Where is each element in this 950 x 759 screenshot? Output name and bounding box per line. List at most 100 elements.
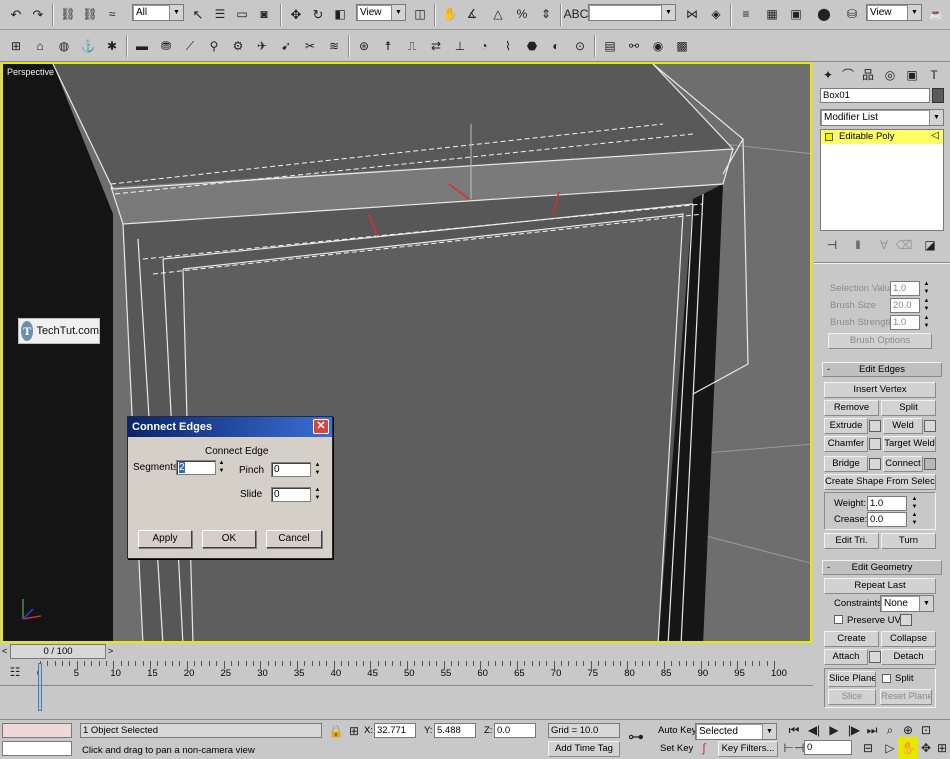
segments-input[interactable]: 2 (176, 460, 216, 475)
quick-render-icon[interactable]: ☕ (926, 3, 946, 25)
close-icon[interactable]: ✕ (313, 419, 329, 434)
utilities-tab-icon[interactable]: T (924, 64, 944, 86)
show-end-result-icon[interactable]: ‖ (848, 234, 868, 256)
create-shape-button[interactable]: Create Shape From Selection (824, 474, 936, 490)
auto-key-label[interactable]: Auto Key (658, 725, 697, 736)
point-to-point-icon[interactable]: ⇄ (426, 35, 446, 57)
select-object-icon[interactable]: ↖ (188, 3, 208, 25)
track-bar[interactable]: ☷ 05101520253035404550556065707580859095… (0, 661, 813, 718)
create-tab-icon[interactable]: ✦ (818, 64, 838, 86)
pan-view-icon[interactable]: ✋ (898, 737, 918, 759)
cancel-button[interactable]: Cancel (266, 530, 322, 548)
maxscript-listener-white[interactable] (2, 741, 72, 756)
hinge-icon[interactable]: ⎍ (402, 35, 422, 57)
modify-tab-icon[interactable]: ⌒ (838, 64, 858, 86)
crease-input[interactable]: 0.0 (867, 512, 907, 527)
camera-icon[interactable]: ◉ (648, 35, 668, 57)
maxscript-listener-pink[interactable] (2, 723, 72, 738)
apply-button[interactable]: Apply (138, 530, 192, 548)
crease-spinner[interactable]: ▲ ▼ (910, 512, 919, 527)
convex-hull-icon[interactable]: ◐ (546, 35, 566, 57)
reference-coordinate-dropdown[interactable]: View ▼ (356, 4, 406, 21)
spinner-down-icon[interactable]: ▼ (217, 468, 226, 475)
select-manipulate-icon[interactable]: ✋ (440, 3, 460, 25)
split-button[interactable]: Split (881, 400, 936, 416)
repeat-last-button[interactable]: Repeat Last (824, 578, 936, 594)
configure-modifier-sets-icon[interactable]: ◪ (920, 234, 940, 256)
slide-input[interactable]: 0 (271, 487, 311, 502)
detach-button[interactable]: Detach (881, 649, 936, 665)
stack-item-editable-poly[interactable]: Editable Poly ◁ (821, 130, 943, 144)
key-filters-button[interactable]: Key Filters... (718, 741, 778, 757)
rigid-body-icon[interactable]: ⌂ (30, 35, 50, 57)
mirror-icon[interactable]: ⋈ (682, 3, 702, 25)
dashpot-icon[interactable]: ⚲ (204, 35, 224, 57)
current-frame-field[interactable]: 0 (804, 740, 852, 755)
z-coordinate-field[interactable]: 0.0 (494, 723, 536, 738)
rope-icon[interactable]: ✱ (102, 35, 122, 57)
motor-icon[interactable]: ⚙ (228, 35, 248, 57)
move-icon[interactable]: ✥ (286, 3, 306, 25)
spinner-snap-icon[interactable]: ⇕ (536, 3, 556, 25)
display-tab-icon[interactable]: ▣ (902, 64, 922, 86)
cloth-icon[interactable]: ◍ (54, 35, 74, 57)
expand-icon[interactable] (825, 133, 833, 141)
curve-editor-icon[interactable]: ▦ (762, 3, 782, 25)
pivot-center-icon[interactable]: ◫ (410, 3, 430, 25)
analyze-world-icon[interactable]: ⊙ (570, 35, 590, 57)
spinner-up-icon[interactable]: ▲ (313, 462, 322, 469)
align-icon[interactable]: ◈ (706, 3, 726, 25)
perspective-viewport[interactable]: Perspective (1, 62, 812, 643)
connect-settings-icon[interactable] (924, 458, 936, 470)
time-slider-thumb[interactable]: 0 / 100 (10, 644, 106, 659)
weld-button[interactable]: Weld (883, 418, 923, 434)
time-configuration-icon[interactable]: ⊟ (858, 737, 878, 759)
y-coordinate-field[interactable]: 5.488 (434, 723, 476, 738)
edit-named-selection-icon[interactable]: ABC (564, 3, 589, 25)
preserve-uvs-checkbox[interactable] (834, 615, 843, 624)
ragdoll-icon[interactable]: ☨ (378, 35, 398, 57)
constraint-solver-icon[interactable]: ⊛ (354, 35, 374, 57)
preserve-uvs-settings-icon[interactable] (900, 614, 912, 626)
chamfer-button[interactable]: Chamfer (824, 436, 868, 452)
pin-stack-icon[interactable]: ⊣ (822, 234, 842, 256)
snap-3d-icon[interactable]: ∡ (462, 3, 482, 25)
layer-manager-icon[interactable]: ≡ (736, 3, 756, 25)
undo-icon[interactable]: ↶ (6, 3, 26, 25)
target-weld-button[interactable]: Target Weld (883, 436, 936, 452)
spinner-down-icon[interactable]: ▼ (313, 495, 322, 502)
rectangular-selection-icon[interactable]: ▭ (232, 3, 252, 25)
split-checkbox[interactable] (882, 674, 891, 683)
reactor-icon[interactable]: ⊞ (6, 35, 26, 57)
bind-space-warp-icon[interactable]: ≈ (102, 3, 122, 25)
key-track[interactable] (0, 685, 813, 713)
weld-settings-icon[interactable] (924, 420, 936, 432)
turn-button[interactable]: Turn (881, 533, 936, 549)
constraints-dropdown[interactable]: None ▼ (880, 595, 934, 612)
object-name-field[interactable]: Box01 (820, 88, 930, 103)
spinner-up-icon[interactable]: ▲ (313, 487, 322, 494)
slider-left-icon[interactable]: < (2, 646, 7, 656)
field-of-view-icon[interactable]: ▷ (880, 737, 900, 759)
spinner-down-icon[interactable]: ▼ (910, 504, 919, 511)
key-mode-toggle-icon[interactable]: ⊢⊣ (784, 737, 805, 759)
chamfer-settings-icon[interactable] (869, 438, 881, 450)
object-color-swatch[interactable] (932, 88, 944, 103)
edit-edges-rollout[interactable]: - Edit Edges (822, 362, 942, 377)
film-icon[interactable]: ▩ (672, 35, 692, 57)
play-icon[interactable]: ▶ (824, 719, 844, 741)
edit-tri-button[interactable]: Edit Tri. (824, 533, 879, 549)
previous-frame-icon[interactable]: ◀| (804, 719, 824, 741)
angle-snap-icon[interactable]: △ (488, 3, 508, 25)
render-scene-icon[interactable]: ⛁ (842, 3, 862, 25)
water-icon[interactable]: ≋ (324, 35, 344, 57)
fracture-object-icon[interactable]: ⬣ (522, 35, 542, 57)
segments-spinner[interactable]: ▲ ▼ (217, 460, 226, 475)
point-path-icon[interactable]: ⌇ (498, 35, 518, 57)
connect-button[interactable]: Connect (883, 456, 923, 472)
spinner-up-icon[interactable]: ▲ (910, 496, 919, 503)
extrude-settings-icon[interactable] (869, 420, 881, 432)
soft-body-icon[interactable]: ⚓ (78, 35, 98, 57)
spinner-up-icon[interactable]: ▲ (217, 460, 226, 467)
x-coordinate-field[interactable]: 32.771 (374, 723, 416, 738)
